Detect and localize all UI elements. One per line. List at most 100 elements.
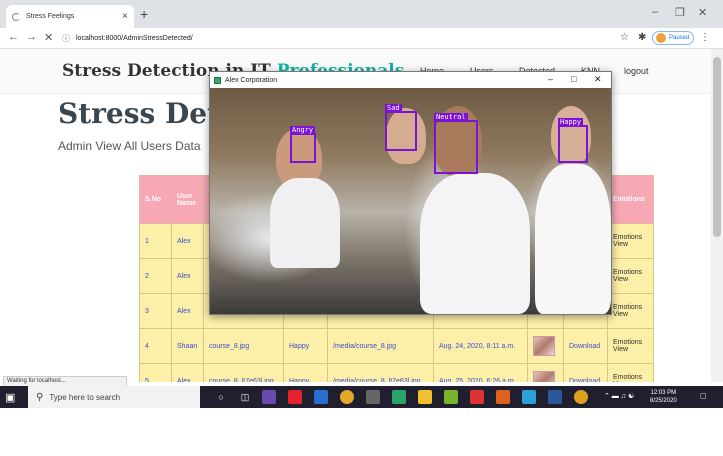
cell-sno: 2 — [139, 258, 172, 294]
face-box-neutral: Neutral — [434, 113, 478, 174]
tab-close-icon[interactable]: × — [122, 11, 128, 22]
cell-file: course_8_lt7e63l.jpg — [203, 363, 284, 382]
taskbar-clock[interactable]: 12:03 PM 8/25/2020 — [650, 389, 677, 405]
info-icon: ⓘ — [62, 34, 70, 43]
extension-icon[interactable]: ✱ — [638, 32, 646, 43]
close-icon[interactable]: ✕ — [594, 74, 602, 85]
app-icon[interactable] — [366, 390, 380, 404]
notifications-icon[interactable]: ▢ — [700, 392, 707, 400]
app-icon[interactable] — [392, 390, 406, 404]
coat-3 — [420, 173, 530, 314]
cell-sno: 1 — [139, 223, 172, 259]
cell-image — [527, 363, 564, 382]
cell-emotion: Happy — [283, 363, 328, 382]
emotions-view-link[interactable]: Emotions View — [607, 293, 654, 329]
page-subtitle: Admin View All Users Data — [58, 139, 201, 153]
address-bar[interactable]: ⓘ localhost:8000/AdminStressDetected/ — [62, 31, 602, 46]
minimize-icon[interactable]: – — [548, 74, 553, 84]
minimize-icon[interactable]: – — [652, 6, 658, 18]
cell-date: Aug. 25, 2020, 6:26 a.m. — [433, 363, 528, 382]
coat-4 — [535, 164, 611, 314]
face-label-sad: Sad — [385, 104, 402, 112]
cell-sno: 3 — [139, 293, 172, 329]
clock-date: 8/25/2020 — [650, 398, 677, 404]
app-icon[interactable] — [314, 390, 328, 404]
emotions-view-link[interactable]: Emotions View — [607, 258, 654, 294]
col-emotions: Emotions — [607, 175, 654, 224]
tab-title: Stress Feelings — [26, 13, 75, 20]
face-label-happy: Happy — [558, 118, 584, 126]
cell-date: Aug. 24, 2020, 8:11 a.m. — [433, 328, 528, 364]
task-view-icon[interactable]: ◫ — [238, 390, 252, 404]
app-icon[interactable] — [574, 390, 588, 404]
browser-tab-strip: Stress Feelings × + – ❐ ✕ — [0, 0, 723, 28]
cell-sno: 4 — [139, 328, 172, 364]
search-placeholder: Type here to search — [49, 392, 121, 402]
browser-tab[interactable]: Stress Feelings × — [6, 5, 134, 28]
col-user-name: User Name — [171, 175, 204, 224]
detection-photo: Angry Sad Neutral Happy — [210, 88, 611, 314]
tray-icons[interactable]: ⌃ ▬ ♫ ☯ — [604, 392, 634, 400]
coat-1 — [270, 178, 340, 268]
cell-user: Shaan — [171, 328, 204, 364]
paused-label: Paused — [669, 35, 690, 41]
cell-user: Alex — [171, 363, 204, 382]
face-box-sad: Sad — [385, 104, 417, 151]
cell-path: /media/course_8_lt7e63l.jpg — [327, 363, 434, 382]
table-row: 5 Alex course_8_lt7e63l.jpg Happy /media… — [139, 363, 654, 382]
screen: Stress Feelings × + – ❐ ✕ ← → ✕ ⓘ localh… — [0, 0, 723, 408]
chrome-icon[interactable] — [340, 390, 354, 404]
app-icon[interactable] — [444, 390, 458, 404]
cell-file: course_8.jpg — [203, 328, 284, 364]
face-box-happy: Happy — [558, 118, 588, 163]
scrollbar-thumb[interactable] — [713, 57, 721, 237]
back-icon[interactable]: ← — [8, 31, 19, 43]
face-label-neutral: Neutral — [434, 113, 468, 121]
menu-icon[interactable]: ⋮ — [700, 32, 710, 43]
col-sno: S.No — [139, 175, 172, 224]
maximize-icon[interactable]: □ — [571, 74, 576, 84]
close-window-icon[interactable]: ✕ — [698, 6, 707, 19]
detection-window[interactable]: Alex Corporation – □ ✕ Angry Sad Neutral — [209, 71, 612, 315]
emotions-view-link[interactable]: Emotions View — [607, 328, 654, 364]
cell-emotion: Happy — [283, 328, 328, 364]
page-scrollbar[interactable] — [711, 49, 723, 382]
detection-window-titlebar[interactable]: Alex Corporation – □ ✕ — [210, 72, 611, 88]
folder-icon[interactable] — [418, 390, 432, 404]
thumbnail-image — [533, 336, 555, 356]
profile-paused-button[interactable]: Paused — [652, 31, 694, 45]
windows-start-icon[interactable]: ▣ — [5, 391, 15, 404]
face-label-angry: Angry — [290, 126, 316, 134]
face-box-angry: Angry — [290, 126, 316, 163]
app-icon — [214, 76, 221, 84]
forward-icon[interactable]: → — [26, 31, 37, 43]
url-text: localhost:8000/AdminStressDetected/ — [76, 35, 193, 42]
stop-icon[interactable]: ✕ — [44, 31, 53, 44]
windows-taskbar: ▣ ⚲ Type here to search ○ ◫ ⌃ ▬ ♫ ☯ 12:0… — [0, 386, 723, 408]
emotions-view-link[interactable]: Emotions View — [607, 223, 654, 259]
app-icon[interactable] — [470, 390, 484, 404]
download-link[interactable]: Download — [563, 363, 608, 382]
cell-image — [527, 328, 564, 364]
nav-logout[interactable]: logout — [624, 66, 649, 76]
new-tab-button[interactable]: + — [140, 6, 148, 22]
cortana-icon[interactable]: ○ — [214, 390, 228, 404]
loading-icon — [12, 12, 20, 21]
emotions-view-link[interactable]: Emotions View — [607, 363, 654, 382]
restore-icon[interactable]: ❐ — [675, 6, 685, 19]
app-icon[interactable] — [288, 390, 302, 404]
cell-user: Alex — [171, 223, 204, 259]
download-link[interactable]: Download — [563, 328, 608, 364]
search-icon: ⚲ — [36, 391, 44, 403]
detection-window-title: Alex Corporation — [225, 76, 278, 84]
app-icon[interactable] — [522, 390, 536, 404]
taskbar-search[interactable]: ⚲ Type here to search — [28, 386, 200, 408]
app-icon[interactable] — [262, 390, 276, 404]
star-icon[interactable]: ☆ — [620, 32, 629, 43]
cell-user: Alex — [171, 293, 204, 329]
clock-time: 12:03 PM — [650, 390, 677, 396]
app-icon[interactable] — [496, 390, 510, 404]
cell-sno: 5 — [139, 363, 172, 382]
word-icon[interactable] — [548, 390, 562, 404]
cell-user: Alex — [171, 258, 204, 294]
